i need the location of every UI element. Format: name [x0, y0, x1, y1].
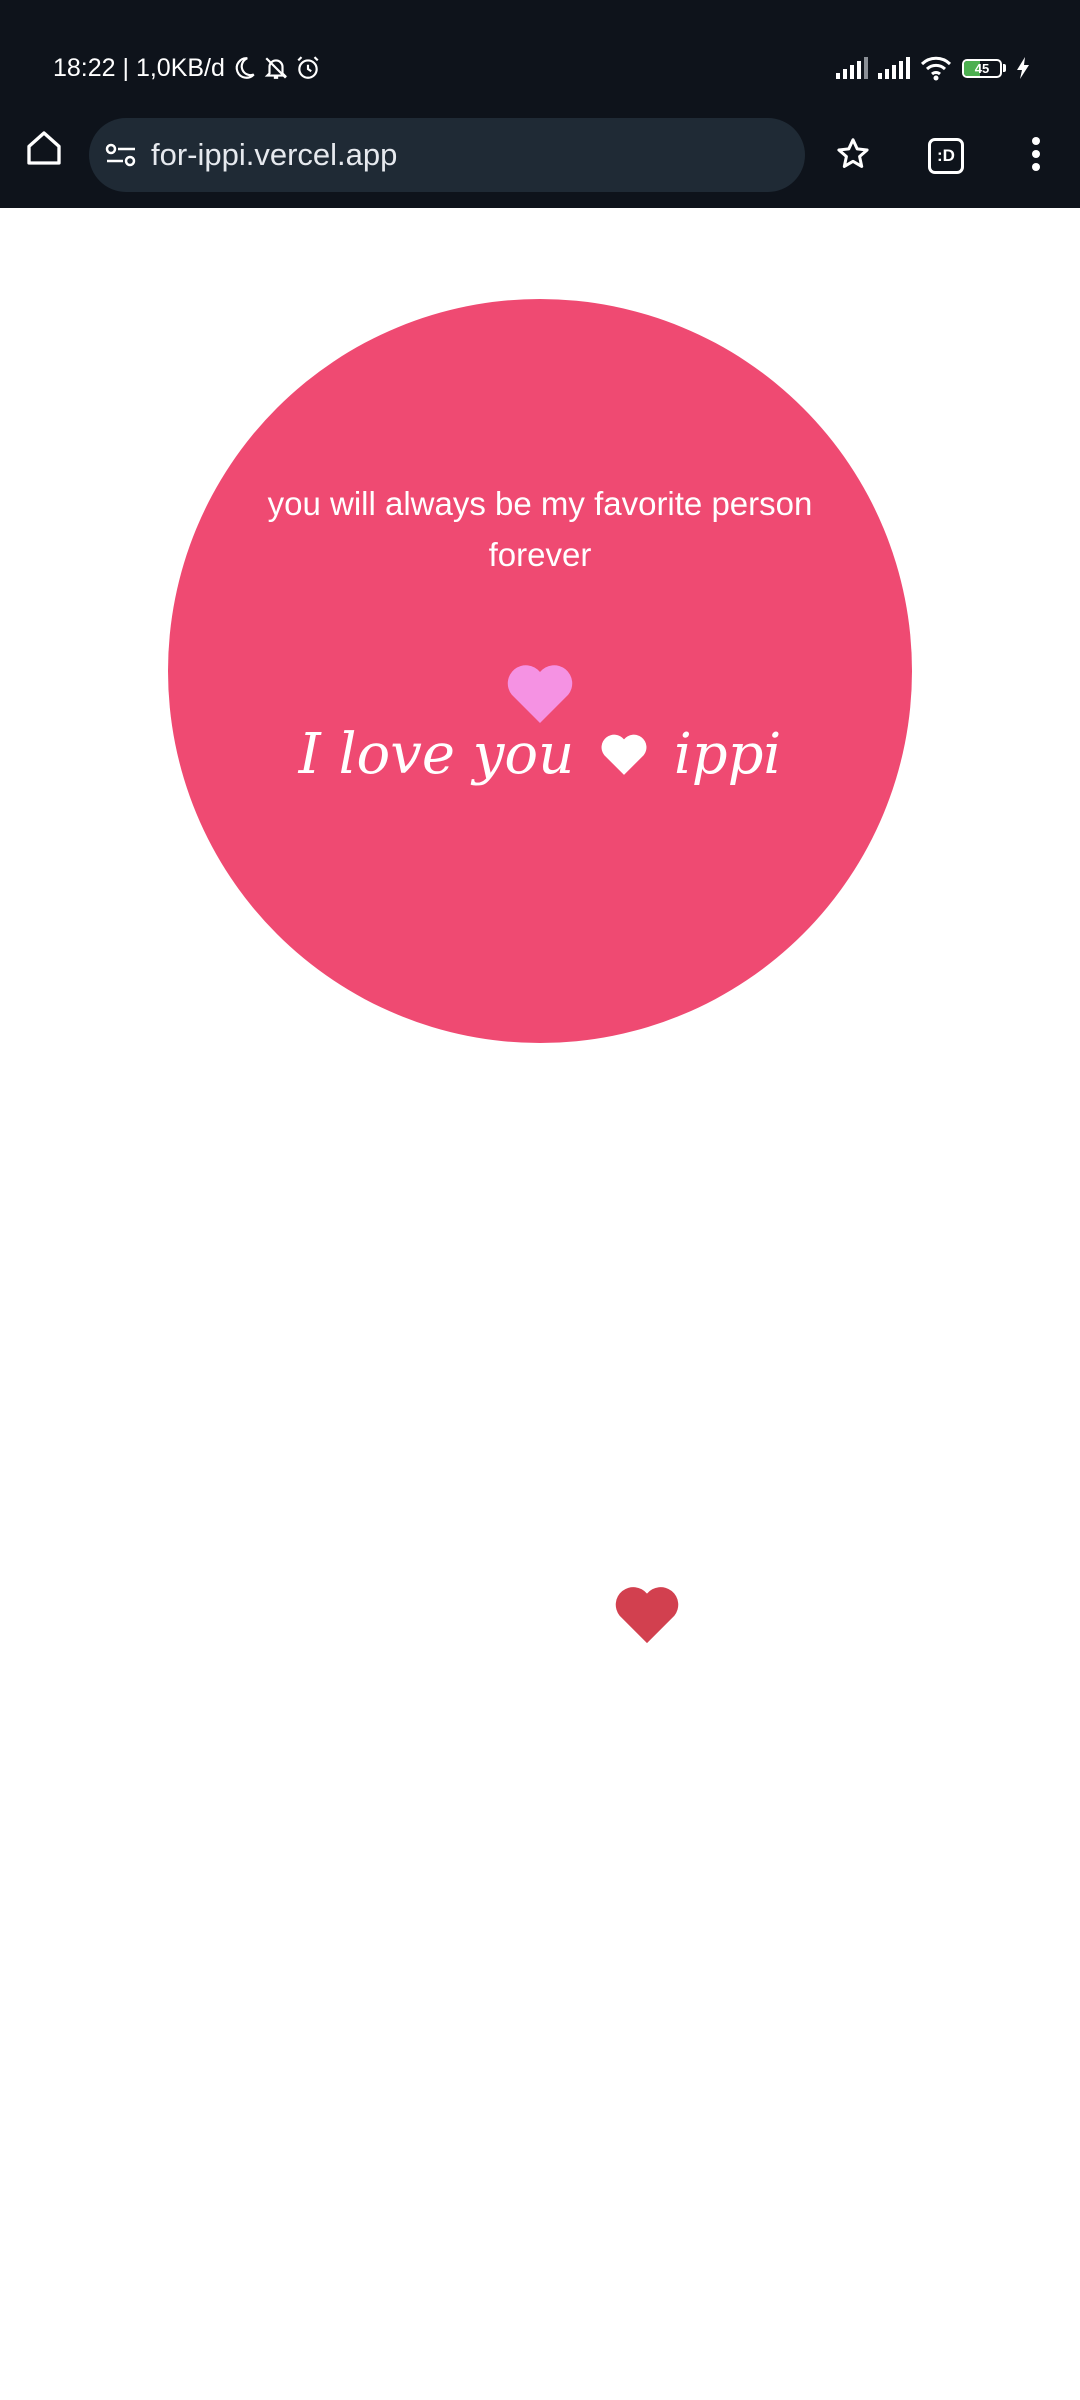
signal-icon: [878, 57, 910, 79]
favorite-person-message: you will always be my favorite person fo…: [267, 485, 813, 573]
status-bar-right: 45: [826, 48, 1030, 88]
wifi-icon: [920, 55, 952, 81]
more-menu-button[interactable]: [1010, 130, 1062, 182]
url-text[interactable]: for-ippi.vercel.app: [151, 137, 397, 173]
moon-icon: [231, 55, 257, 81]
bookmark-star-icon: [835, 136, 871, 177]
battery-level: 45: [974, 60, 990, 76]
love-suffix: ippi: [673, 722, 782, 787]
bookmark-button[interactable]: [827, 130, 879, 182]
white-heart-icon: [598, 726, 650, 791]
home-icon: [24, 128, 64, 173]
browser-chrome: 18:22 | 1,0KB/d 45 for-ippi.vercel.app:…: [0, 0, 1080, 208]
bell-off-icon: [263, 55, 289, 81]
home-button[interactable]: [18, 124, 70, 176]
battery-icon: 45: [962, 58, 1006, 78]
signal-icon: [836, 57, 868, 79]
tab-count: :D: [937, 146, 955, 165]
love-message: I love you ippi: [290, 722, 790, 791]
alarm-icon: [295, 55, 321, 81]
love-prefix: I love you: [298, 722, 575, 787]
tab-switcher-button[interactable]: :D: [920, 130, 972, 182]
red-heart-icon: [612, 1582, 682, 1646]
site-settings-icon[interactable]: [103, 137, 139, 173]
pink-heart-icon: [503, 660, 577, 726]
address-bar[interactable]: for-ippi.vercel.app: [89, 118, 805, 192]
charging-icon: [1016, 57, 1030, 79]
status-time: 18:22 | 1,0KB/d: [53, 53, 225, 82]
tab-switcher-icon: :D: [928, 138, 964, 174]
status-bar-left: 18:22 | 1,0KB/d: [53, 48, 321, 88]
more-vert-icon: [1030, 136, 1042, 177]
